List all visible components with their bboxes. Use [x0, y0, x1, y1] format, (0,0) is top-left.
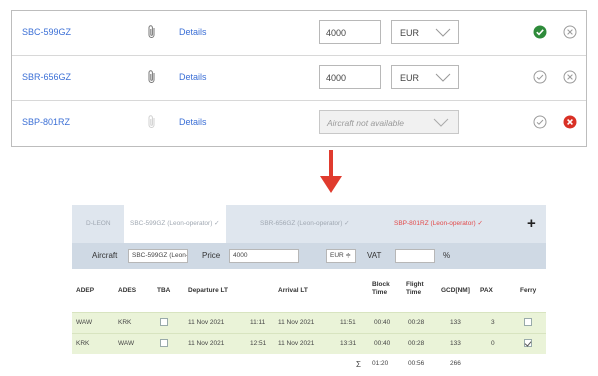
remove-icon[interactable]: [563, 25, 577, 39]
tab-sbr-656gz[interactable]: SBR-656GZ (Leon-operator) ✓: [260, 205, 350, 243]
aircraft-row: SBP-801RZ Details Aircraft not available: [12, 101, 586, 145]
col-tba: TBA: [157, 287, 171, 294]
departure-date-cell[interactable]: 11 Nov 2021: [188, 340, 224, 347]
departure-date-cell[interactable]: 11 Nov 2021: [188, 319, 224, 326]
tab-d-leon[interactable]: D-LEON: [86, 205, 111, 243]
paperclip-icon[interactable]: [145, 69, 159, 85]
quote-form-bar: Aircraft SBC-599GZ (Leon-... ≑ Price 400…: [72, 243, 546, 269]
vat-label: VAT: [367, 251, 382, 260]
aircraft-registration-link[interactable]: SBC-599GZ: [22, 27, 71, 37]
departure-time-cell[interactable]: 12:51: [250, 340, 266, 347]
ades-cell[interactable]: WAW: [118, 340, 134, 347]
remove-active-icon[interactable]: [563, 115, 577, 129]
flight-quote-panel: D-LEON SBC-599GZ (Leon-operator) ✓ SBR-6…: [70, 205, 548, 376]
sum-symbol: Σ: [356, 360, 361, 369]
aircraft-unavailable-select: Aircraft not available: [319, 110, 459, 134]
totals-row: Σ 01:20 00:56 266: [72, 360, 546, 372]
currency-select[interactable]: EUR ≑: [326, 249, 356, 263]
adep-cell[interactable]: KRK: [76, 340, 89, 347]
tab-sbc-599gz[interactable]: SBC-599GZ (Leon-operator) ✓: [124, 205, 226, 243]
col-block-time: Block Time: [372, 281, 390, 296]
unselected-check-icon[interactable]: [533, 70, 547, 84]
currency-value: EUR: [400, 73, 420, 83]
col-adep: ADEP: [76, 287, 95, 294]
arrival-date-cell[interactable]: 11 Nov 2021: [278, 319, 314, 326]
block-time-cell: 00:40: [374, 319, 391, 326]
aircraft-registration-link[interactable]: SBR-656GZ: [22, 72, 71, 82]
ferry-checkbox[interactable]: [524, 339, 532, 347]
currency-select[interactable]: EUR: [391, 65, 459, 89]
chevron-down-icon: [433, 118, 449, 127]
flight-time-cell: 00:28: [408, 319, 425, 326]
price-input[interactable]: 4000: [319, 65, 381, 89]
col-pax: PAX: [480, 287, 493, 294]
details-link[interactable]: Details: [179, 117, 207, 127]
total-gcd: 266: [450, 360, 461, 367]
down-arrow-icon: [320, 150, 342, 193]
total-flight-time: 00:56: [408, 360, 425, 367]
unselected-check-icon[interactable]: [533, 115, 547, 129]
departure-time-cell[interactable]: 11:11: [250, 319, 265, 326]
col-gcd: GCD[NM]: [441, 287, 470, 294]
price-input[interactable]: 4000: [319, 20, 381, 44]
chevron-down-icon: [435, 28, 451, 37]
col-arrival-lt: Arrival LT: [278, 287, 308, 294]
col-ferry: Ferry: [520, 287, 537, 294]
pax-cell[interactable]: 0: [491, 340, 495, 347]
tab-sbp-801rz[interactable]: SBP-801RZ (Leon-operator) ✓: [394, 205, 483, 243]
col-flight-time: Flight Time: [406, 281, 424, 296]
unavailable-text: Aircraft not available: [327, 118, 405, 128]
currency-select[interactable]: EUR: [391, 20, 459, 44]
aircraft-row: SBR-656GZ Details 4000 EUR: [12, 56, 586, 101]
block-time-cell: 00:40: [374, 340, 391, 347]
aircraft-registration-link[interactable]: SBP-801RZ: [22, 117, 70, 127]
paperclip-icon: [148, 115, 155, 128]
vat-field[interactable]: [395, 249, 435, 263]
arrival-date-cell[interactable]: 11 Nov 2021: [278, 340, 314, 347]
adep-cell[interactable]: WAW: [76, 319, 92, 326]
arrival-time-cell[interactable]: 13:31: [340, 340, 356, 347]
chevron-down-icon: [435, 73, 451, 82]
tba-checkbox[interactable]: [160, 318, 168, 326]
ferry-checkbox[interactable]: [524, 318, 532, 326]
price-field[interactable]: 4000: [229, 249, 299, 263]
aircraft-tabs: D-LEON SBC-599GZ (Leon-operator) ✓ SBR-6…: [72, 205, 546, 243]
percent-label: %: [443, 251, 451, 260]
paperclip-icon[interactable]: [145, 24, 159, 40]
aircraft-label: Aircraft: [92, 251, 118, 260]
aircraft-select[interactable]: SBC-599GZ (Leon-... ≑: [128, 249, 188, 263]
remove-icon[interactable]: [563, 70, 577, 84]
flight-leg-row: WAW KRK 11 Nov 2021 11:11 11 Nov 2021 11…: [72, 312, 546, 333]
currency-value: EUR: [400, 28, 420, 38]
details-link[interactable]: Details: [179, 72, 207, 82]
selected-check-icon[interactable]: [533, 25, 547, 39]
gcd-cell: 133: [450, 340, 461, 347]
ades-cell[interactable]: KRK: [118, 319, 131, 326]
aircraft-row: SBC-599GZ Details 4000 EUR: [12, 11, 586, 56]
arrival-time-cell[interactable]: 11:51: [340, 319, 356, 326]
total-block-time: 01:20: [372, 360, 389, 367]
pax-cell[interactable]: 3: [491, 319, 495, 326]
add-tab-button[interactable]: +: [527, 216, 536, 231]
tba-checkbox[interactable]: [160, 339, 168, 347]
aircraft-list: SBC-599GZ Details 4000 EUR SBR-656GZ Det…: [11, 10, 587, 147]
flight-leg-row: KRK WAW 11 Nov 2021 12:51 11 Nov 2021 13…: [72, 333, 546, 354]
col-ades: ADES: [118, 287, 137, 294]
gcd-cell: 133: [450, 319, 461, 326]
details-link[interactable]: Details: [179, 27, 207, 37]
col-departure-lt: Departure LT: [188, 287, 228, 294]
flight-time-cell: 00:28: [408, 340, 425, 347]
price-label: Price: [202, 251, 221, 260]
